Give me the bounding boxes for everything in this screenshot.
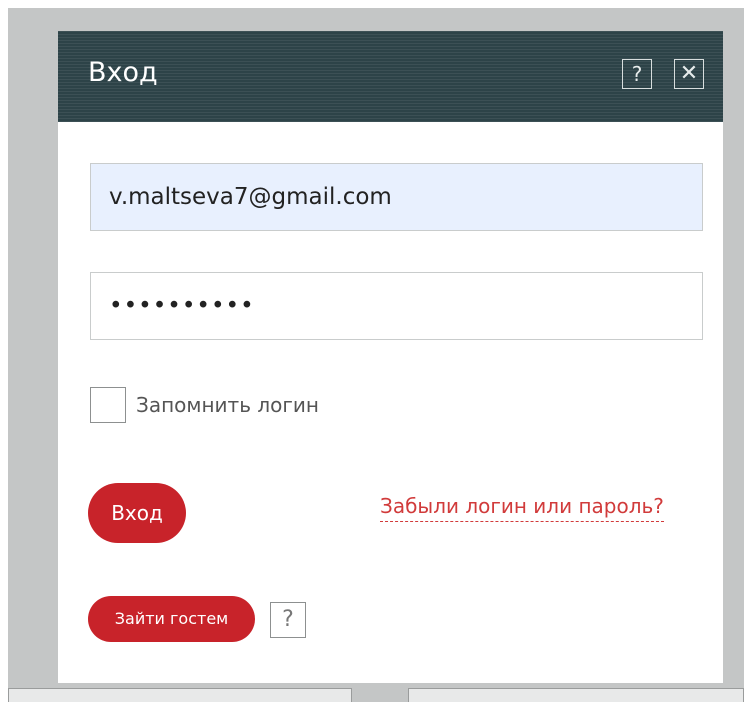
password-field[interactable] xyxy=(90,272,703,340)
remember-label: Запомнить логин xyxy=(136,393,319,417)
guest-help-icon[interactable]: ? xyxy=(270,602,306,638)
login-dialog: Вход ? ✕ Запомнить логин Вход Забыли лог… xyxy=(58,31,723,683)
remember-login[interactable]: Запомнить логин xyxy=(90,387,319,423)
login-button[interactable]: Вход xyxy=(88,483,186,543)
forgot-password-link[interactable]: Забыли логин или пароль? xyxy=(380,494,664,522)
remember-checkbox[interactable] xyxy=(90,387,126,423)
guest-login-button[interactable]: Зайти гостем xyxy=(88,596,255,642)
help-icon[interactable]: ? xyxy=(622,59,652,89)
bottom-panel-left xyxy=(8,688,352,702)
email-field[interactable] xyxy=(90,163,703,231)
dialog-titlebar: Вход ? ✕ xyxy=(58,31,723,122)
bottom-panel-right xyxy=(408,688,744,702)
dialog-title: Вход xyxy=(88,57,158,88)
close-icon[interactable]: ✕ xyxy=(674,59,704,89)
